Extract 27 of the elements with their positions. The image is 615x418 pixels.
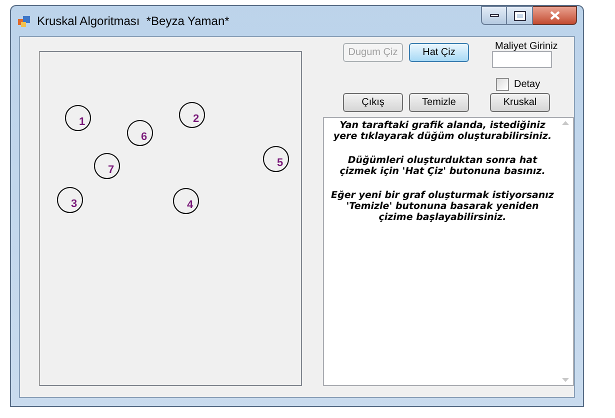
minimize-button[interactable] bbox=[481, 6, 507, 25]
scroll-down-arrow-icon[interactable] bbox=[562, 378, 568, 382]
instruction-paragraph: Düğümleri oluşturduktan sonra hat çizmek için 'Hat Çiz' butonuna basınız. bbox=[338, 155, 546, 177]
close-button[interactable] bbox=[533, 6, 577, 25]
scroll-up-arrow-icon[interactable] bbox=[562, 121, 568, 125]
button[interactable]: Temizle bbox=[409, 93, 469, 112]
app-icon bbox=[17, 14, 31, 28]
instruction-paragraph: Yan taraftaki grafik alanda, istediğiniz yere tıklayarak düğüm oluşturabilirsiniz. bbox=[332, 120, 553, 142]
node-label: 5 bbox=[277, 158, 284, 169]
cost-label: Maliyet Giriniz bbox=[495, 40, 558, 54]
button[interactable]: Kruskal bbox=[490, 93, 550, 112]
detail-checkbox-label[interactable]: Detay bbox=[514, 77, 540, 92]
window-title: Kruskal Algoritması *Beyza Yaman* bbox=[37, 13, 230, 30]
drawing-canvas[interactable]: 1 6 2 7 5 3 4 bbox=[39, 51, 302, 386]
node-label: 6 bbox=[141, 132, 148, 143]
node-label: 3 bbox=[71, 199, 78, 210]
node-label: 7 bbox=[108, 165, 114, 176]
button[interactable]: Hat Çiz bbox=[409, 43, 469, 62]
button[interactable]: Çıkış bbox=[343, 93, 403, 112]
cost-input-field[interactable] bbox=[492, 51, 552, 68]
node-label: 4 bbox=[187, 200, 194, 211]
maximize-button[interactable] bbox=[507, 6, 533, 25]
instruction-paragraph: Eğer yeni bir graf oluşturmak istiyorsanız 'Temizle' butonuna basarak yeniden çizime başlayabilirsiniz. bbox=[330, 190, 555, 223]
node-label: 2 bbox=[193, 114, 200, 125]
close-icon bbox=[550, 11, 560, 20]
detail-checkbox[interactable] bbox=[496, 78, 509, 91]
node-label: 1 bbox=[79, 117, 86, 128]
